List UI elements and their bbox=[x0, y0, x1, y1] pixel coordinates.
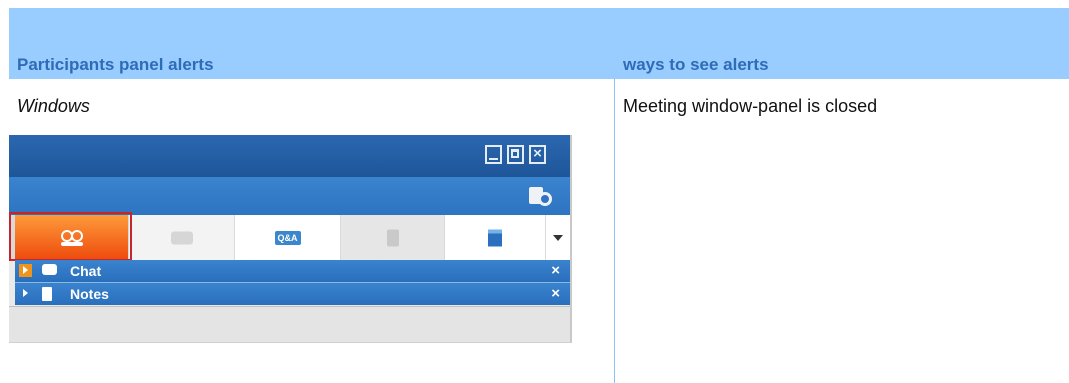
window-toolbar bbox=[9, 177, 570, 215]
column-header-left: Participants panel alerts bbox=[17, 55, 214, 74]
panel-settings-icon[interactable] bbox=[529, 187, 553, 207]
tab-notes[interactable] bbox=[341, 215, 444, 260]
tab-poll[interactable] bbox=[445, 215, 545, 260]
minimize-button[interactable] bbox=[485, 145, 502, 164]
qa-icon: Q&A bbox=[274, 230, 301, 245]
poll-icon bbox=[488, 229, 502, 246]
alert-description: Meeting window-panel is closed bbox=[623, 96, 878, 116]
chat-panel-bar[interactable]: Chat × bbox=[15, 260, 570, 283]
tab-chat[interactable] bbox=[129, 215, 234, 260]
window-titlebar: × bbox=[9, 135, 570, 177]
platform-label: Windows bbox=[17, 96, 90, 116]
tab-more[interactable] bbox=[546, 215, 570, 260]
notes-icon bbox=[42, 287, 52, 301]
column-divider bbox=[614, 79, 615, 383]
chat-panel-close-icon[interactable]: × bbox=[551, 262, 560, 279]
tab-qa[interactable]: Q&A bbox=[235, 215, 340, 260]
chat-bubble-icon bbox=[170, 231, 193, 244]
expand-arrow-icon[interactable] bbox=[19, 287, 32, 300]
column-header-right: ways to see alerts bbox=[623, 55, 769, 74]
chat-bubble-icon bbox=[42, 264, 57, 275]
window-close-button[interactable]: × bbox=[529, 145, 546, 164]
notes-icon bbox=[386, 229, 399, 246]
meeting-window-screenshot: × Q&A Chat × Notes × bbox=[9, 135, 572, 343]
chat-panel-label: Chat bbox=[70, 263, 102, 279]
chevron-down-icon bbox=[553, 234, 563, 241]
expand-arrow-icon[interactable] bbox=[19, 264, 32, 277]
notes-panel-bar[interactable]: Notes × bbox=[15, 283, 570, 305]
participants-tab-highlight bbox=[9, 212, 132, 261]
notes-panel-label: Notes bbox=[70, 286, 109, 302]
panel-empty-area bbox=[9, 306, 570, 342]
maximize-button[interactable] bbox=[507, 145, 524, 164]
notes-panel-close-icon[interactable]: × bbox=[551, 285, 560, 302]
